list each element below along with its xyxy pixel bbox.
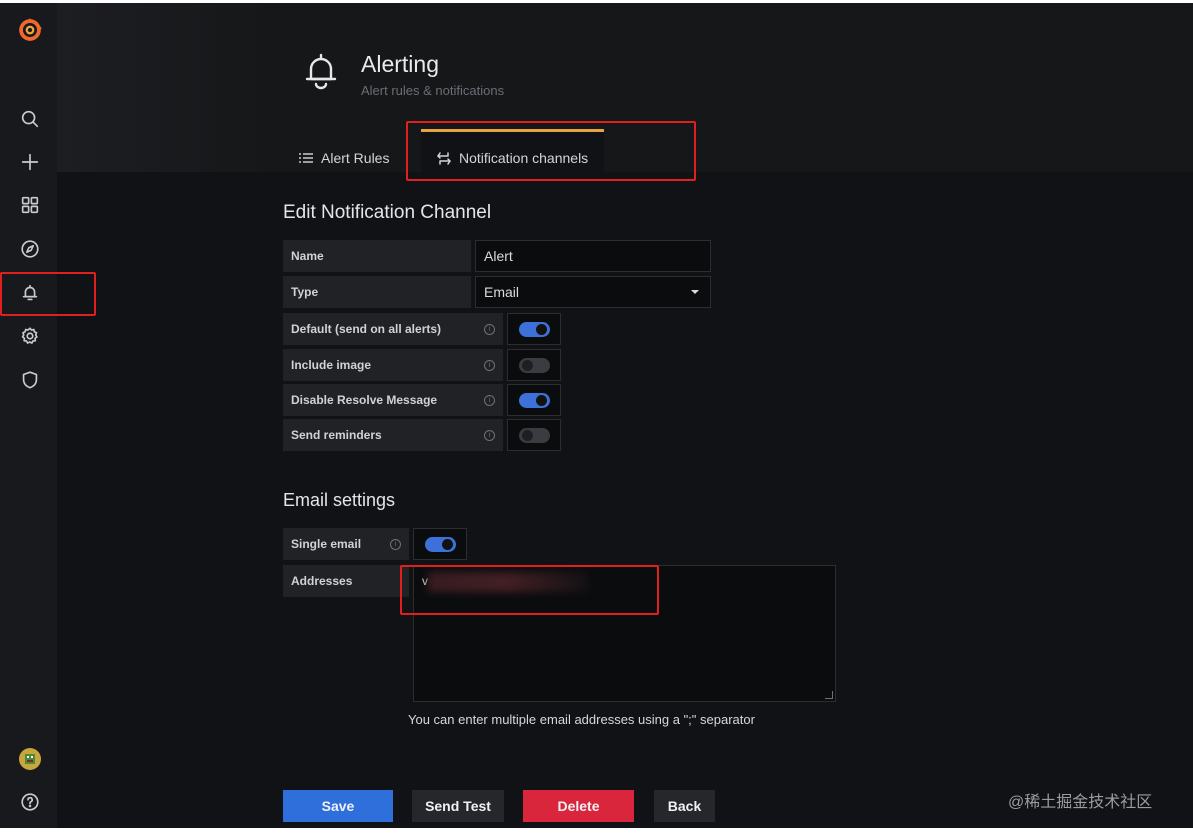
info-icon[interactable]: i: [484, 430, 495, 441]
addresses-label: Addresses: [283, 565, 409, 597]
configuration-gear-icon[interactable]: [17, 323, 43, 349]
include-image-toggle[interactable]: [507, 349, 561, 381]
type-label: Type: [283, 276, 471, 308]
include-image-switch[interactable]: [518, 357, 550, 373]
name-label: Name: [283, 240, 471, 272]
page-title: Alerting: [361, 51, 439, 77]
info-icon[interactable]: i: [484, 395, 495, 406]
info-icon[interactable]: i: [484, 324, 495, 335]
edit-channel-heading: Edit Notification Channel: [283, 202, 492, 223]
email-settings-heading: Email settings: [283, 490, 396, 510]
send-test-button[interactable]: Send Test: [412, 790, 504, 822]
type-select[interactable]: Email: [475, 276, 711, 308]
dashboards-icon[interactable]: [17, 192, 43, 218]
delete-button[interactable]: Delete: [523, 790, 634, 822]
default-toggle[interactable]: [507, 313, 561, 345]
send-reminders-label-text: Send reminders: [291, 428, 382, 442]
type-select-value: Email: [484, 284, 520, 300]
tab-alert-rules[interactable]: Alert Rules: [299, 143, 389, 173]
caret-down-icon: [691, 290, 699, 294]
app-window: Alerting Alert rules & notifications Ale…: [0, 3, 1193, 828]
disable-resolve-label-text: Disable Resolve Message: [291, 393, 438, 407]
page-subtitle: Alert rules & notifications: [361, 83, 505, 98]
send-reminders-label: Send reminders: [283, 419, 503, 451]
disable-resolve-label: Disable Resolve Message: [283, 384, 503, 416]
back-button[interactable]: Back: [654, 790, 715, 822]
addresses-hint: You can enter multiple email addresses u…: [408, 712, 755, 727]
bell-icon: [303, 51, 343, 95]
info-icon[interactable]: i: [390, 539, 401, 550]
shield-icon[interactable]: [17, 367, 43, 393]
search-icon[interactable]: [17, 106, 43, 132]
highlight-addresses: [400, 565, 659, 615]
help-icon[interactable]: [17, 789, 43, 815]
sidebar: [0, 3, 57, 828]
grafana-logo[interactable]: [17, 17, 43, 43]
disable-resolve-toggle[interactable]: [507, 384, 561, 416]
disable-resolve-switch[interactable]: [518, 392, 550, 408]
info-icon[interactable]: i: [484, 360, 495, 371]
watermark: @稀土掘金技术社区: [1008, 794, 1153, 811]
single-email-toggle[interactable]: [413, 528, 467, 560]
default-switch[interactable]: [518, 321, 550, 337]
single-email-switch[interactable]: [424, 536, 456, 552]
page-header-gradient: [57, 3, 267, 172]
single-email-label-text: Single email: [291, 537, 362, 551]
avatar[interactable]: [17, 746, 43, 772]
include-image-label-text: Include image: [291, 358, 372, 372]
resize-handle-icon[interactable]: [825, 691, 833, 699]
include-image-label: Include image: [283, 349, 503, 381]
name-input[interactable]: Alert: [475, 240, 711, 272]
list-icon: [299, 152, 313, 164]
plus-icon[interactable]: [17, 149, 43, 175]
default-toggle-label-text: Default (send on all alerts): [291, 322, 442, 336]
explore-compass-icon[interactable]: [17, 236, 43, 262]
send-reminders-switch[interactable]: [518, 427, 550, 443]
highlight-notification-tab: [406, 121, 696, 181]
send-reminders-toggle[interactable]: [507, 419, 561, 451]
highlight-sidebar-alerting: [0, 272, 96, 316]
save-button[interactable]: Save: [283, 790, 393, 822]
default-toggle-label: Default (send on all alerts): [283, 313, 503, 345]
tab-alert-rules-label: Alert Rules: [321, 150, 390, 166]
